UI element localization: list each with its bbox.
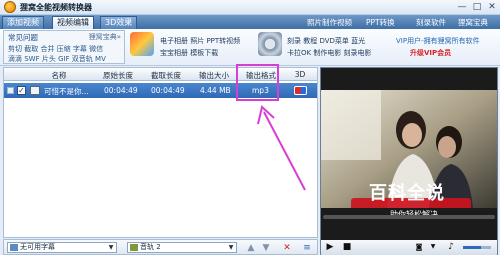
column-output-size[interactable]: 输出大小 (192, 70, 236, 81)
maximize-button[interactable]: □ (470, 1, 484, 13)
annotation-arrow-icon (257, 105, 306, 191)
faq-panel: 常见问题 狸窝宝典» 剪切 截取 合并 压缩 字幕 微信 滴滴 SWF 片头 G… (3, 30, 125, 64)
speaker-icon[interactable]: ♪ (445, 241, 457, 253)
watermark-title: 百科全说 (369, 183, 445, 204)
camera-icon[interactable]: ◙ (413, 241, 425, 253)
row-checkbox[interactable]: ✓ (17, 86, 26, 95)
original-length: 00:04:49 (104, 86, 138, 95)
move-down-icon[interactable]: ▼ (260, 242, 272, 254)
file-name: 可惜不是你... (44, 87, 89, 96)
stop-icon[interactable]: ■ (341, 241, 353, 253)
player-controls: ▶ ■ ◙ ▼ ♪ (321, 240, 497, 255)
link-ppt-convert[interactable]: PPT转换 (366, 17, 395, 28)
faq-links-row-1[interactable]: 剪切 截取 合并 压缩 字幕 微信 (8, 44, 103, 54)
chevron-down-icon[interactable]: ▼ (427, 241, 439, 253)
dvd-burn-icon[interactable] (258, 32, 282, 56)
video-preview-panel: 百科全说 助你轻松解决 ▶ ■ ◙ ▼ ♪ (320, 67, 498, 255)
faq-guide-link[interactable]: 狸窝宝典» (89, 32, 121, 42)
delete-icon[interactable]: ✕ (281, 242, 293, 254)
subtitle-select-value: 无可用字幕 (20, 243, 55, 251)
playback-progress-bar[interactable] (323, 215, 495, 219)
column-3d[interactable]: 3D (288, 70, 312, 79)
promo-album-line-1[interactable]: 电子相册 照片 PPT转视频 (160, 36, 240, 46)
subtitle-icon (10, 244, 18, 251)
list-view-icon[interactable]: ≡ (301, 242, 313, 254)
3d-glasses-icon[interactable] (294, 86, 307, 95)
promo-banner: 常见问题 狸窝宝典» 剪切 截取 合并 压缩 字幕 微信 滴滴 SWF 片头 G… (0, 29, 500, 66)
column-name[interactable]: 名称 (34, 70, 84, 81)
vip-info-text[interactable]: VIP用户-拥有狸窝所有软件 (396, 36, 480, 46)
close-button[interactable]: ✕ (485, 1, 499, 13)
bottom-toolbar: 无可用字幕 ▼ 音轨 2 ▼ ▲ ▼ ✕ ≡ (3, 239, 318, 255)
expand-toggle[interactable] (7, 87, 14, 94)
audio-track-select-value: 音轨 2 (140, 243, 161, 251)
faq-title: 常见问题 (8, 33, 38, 42)
window-title: 狸窝全能视频转换器 (20, 3, 92, 12)
video-file-icon (30, 86, 40, 95)
subtitle-select[interactable]: 无可用字幕 ▼ (7, 242, 117, 253)
tab-3d-effect[interactable]: 3D效果 (100, 16, 138, 29)
faq-links-row-2[interactable]: 滴滴 SWF 片头 GIF 双音轨 MV (8, 54, 106, 64)
app-window: 狸窝全能视频转换器 — □ ✕ 添加视频 视频编辑 3D效果 照片制作视频 PP… (0, 0, 500, 255)
main-tab-bar: 添加视频 视频编辑 3D效果 照片制作视频 PPT转换 刻录软件 狸窝宝典 (0, 15, 500, 29)
output-format-highlight (236, 64, 279, 101)
clip-length: 00:04:49 (151, 86, 185, 95)
volume-slider-fill (463, 246, 482, 249)
column-original-length[interactable]: 原始长度 (96, 70, 140, 81)
column-clip-length[interactable]: 截取长度 (144, 70, 188, 81)
chevron-down-icon: ▼ (108, 244, 114, 251)
minimize-button[interactable]: — (455, 1, 469, 13)
promo-burn-line-2[interactable]: 卡拉OK 制作电影 刻录电影 (287, 48, 372, 58)
promo-album-line-2[interactable]: 宝宝相册 模板下载 (160, 48, 218, 58)
output-size: 4.44 MB (200, 86, 231, 95)
tab-video-edit[interactable]: 视频编辑 (52, 16, 94, 29)
title-bar: 狸窝全能视频转换器 — □ ✕ (0, 0, 500, 15)
photo-album-icon[interactable] (130, 32, 154, 56)
chevron-down-icon: ▼ (228, 244, 234, 251)
link-burn-software[interactable]: 刻录软件 (416, 17, 446, 28)
audio-track-icon (130, 244, 138, 251)
upgrade-vip-link[interactable]: 升级VIP会员 (410, 48, 451, 58)
play-icon[interactable]: ▶ (324, 241, 336, 253)
link-liwo-guide[interactable]: 狸窝宝典 (458, 17, 488, 28)
link-photo-video[interactable]: 照片制作视频 (307, 17, 352, 28)
volume-slider[interactable] (463, 246, 491, 249)
move-up-icon[interactable]: ▲ (245, 242, 257, 254)
tab-add-video[interactable]: 添加视频 (2, 16, 44, 29)
audio-track-select[interactable]: 音轨 2 ▼ (127, 242, 237, 253)
promo-burn-line-1[interactable]: 刻录 教程 DVD菜单 蓝光 (287, 36, 365, 46)
app-logo-icon (4, 1, 16, 13)
